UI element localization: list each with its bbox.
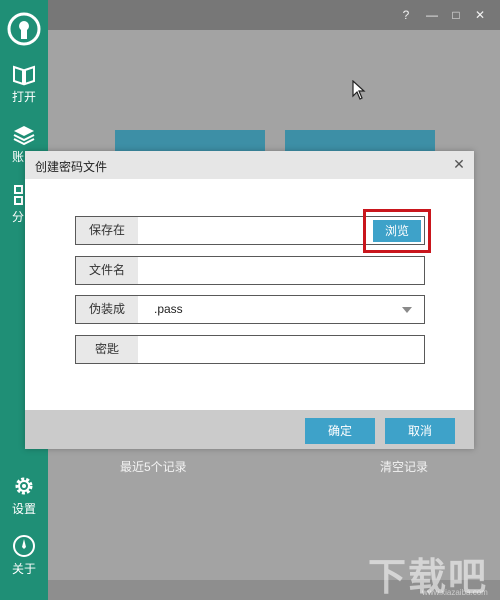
create-password-file-dialog: 创建密码文件 ✕ 保存在 浏览 文件名 伪装成 .pass 密匙 确定 取消 (25, 151, 474, 449)
save-location-input[interactable] (138, 217, 360, 244)
close-window-button[interactable]: ✕ (472, 6, 488, 24)
browse-button[interactable]: 浏览 (373, 220, 421, 242)
watermark-logo: 下载吧 www.xiazaiba.com (362, 544, 498, 599)
recent-records-label[interactable]: 最近5个记录 (120, 458, 187, 475)
dialog-footer: 确定 取消 (25, 410, 474, 449)
gear-icon (15, 477, 33, 495)
chevron-down-icon[interactable] (402, 307, 412, 313)
file-name-label: 文件名 (76, 257, 138, 284)
mouse-cursor-icon (352, 79, 366, 103)
clear-records-link[interactable]: 清空记录 (380, 458, 428, 475)
sidebar-item-settings[interactable]: 设置 (0, 474, 48, 516)
sidebar-item-about[interactable]: 关于 (0, 534, 48, 576)
disguise-label: 伪装成 (76, 296, 138, 323)
maximize-button[interactable]: □ (448, 6, 464, 24)
minimize-button[interactable]: — (424, 6, 440, 24)
sidebar-item-label: 关于 (11, 562, 36, 576)
dialog-close-icon[interactable]: ✕ (450, 155, 468, 173)
key-field: 密匙 (75, 335, 425, 364)
browse-highlight-box: 浏览 (363, 209, 431, 253)
sidebar-item-label: 打开 (11, 90, 36, 104)
file-name-input[interactable] (138, 257, 422, 284)
keyhole-icon[interactable] (7, 12, 41, 46)
sidebar-item-label: 账 (12, 150, 25, 164)
key-input[interactable] (138, 336, 422, 363)
file-name-field: 文件名 (75, 256, 425, 285)
sidebar-item-label: 设置 (11, 502, 36, 516)
layers-icon (13, 126, 35, 146)
open-file-button-bg (285, 130, 435, 152)
save-location-label: 保存在 (76, 217, 138, 244)
sidebar-item-label: 分 (12, 210, 25, 224)
key-label: 密匙 (76, 336, 138, 363)
confirm-button[interactable]: 确定 (305, 418, 375, 444)
title-bar: ? — □ ✕ (48, 0, 500, 30)
compass-icon (13, 535, 35, 557)
dialog-title: 创建密码文件 (35, 160, 108, 174)
create-file-button-bg (115, 130, 265, 152)
book-icon (13, 65, 35, 86)
help-button[interactable]: ? (398, 6, 414, 24)
disguise-select[interactable]: 伪装成 .pass (75, 295, 425, 324)
cancel-button[interactable]: 取消 (385, 418, 455, 444)
dialog-header: 创建密码文件 ✕ (25, 151, 474, 179)
save-location-field: 保存在 浏览 (75, 209, 431, 253)
sidebar-item-open[interactable]: 打开 (0, 64, 48, 104)
watermark-url: www.xiazaiba.com (422, 588, 488, 597)
disguise-value: .pass (154, 302, 183, 316)
